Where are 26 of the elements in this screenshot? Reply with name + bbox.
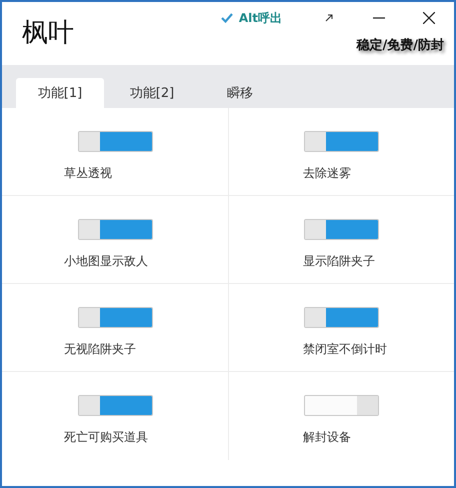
close-icon [423, 12, 435, 24]
diagonal-arrow-icon [324, 13, 334, 23]
toggle-switch[interactable] [78, 219, 152, 240]
tab[interactable]: 功能[1] [16, 78, 104, 108]
toggle-switch[interactable] [78, 395, 152, 416]
tagline: 稳定/免费/防封 [356, 36, 444, 54]
tab[interactable]: 功能[2] [104, 78, 200, 108]
toggle-switch[interactable] [304, 307, 379, 328]
feature-label: 禁闭室不倒计时 [303, 341, 388, 358]
feature-label: 小地图显示敌人 [64, 253, 149, 270]
toggle-switch[interactable] [78, 131, 152, 152]
check-icon [220, 13, 233, 23]
feature-label: 草丛透视 [64, 165, 113, 182]
feature-label: 死亡可购买道具 [64, 429, 149, 446]
feature-label: 显示陷阱夹子 [303, 253, 376, 270]
feature-label: 解封设备 [303, 429, 352, 446]
toggle-switch[interactable] [304, 219, 379, 240]
feature-label: 无视陷阱夹子 [64, 341, 137, 358]
minimize-icon [373, 17, 385, 19]
toggle-switch[interactable] [78, 307, 152, 328]
feature-label: 去除迷雾 [303, 165, 352, 182]
hotkey-hint: Alt呼出 [238, 10, 282, 26]
toggle-switch[interactable] [304, 395, 379, 416]
tab[interactable]: 瞬移 [200, 78, 280, 108]
toggle-switch[interactable] [304, 131, 379, 152]
window-title: 枫叶 [22, 17, 74, 50]
